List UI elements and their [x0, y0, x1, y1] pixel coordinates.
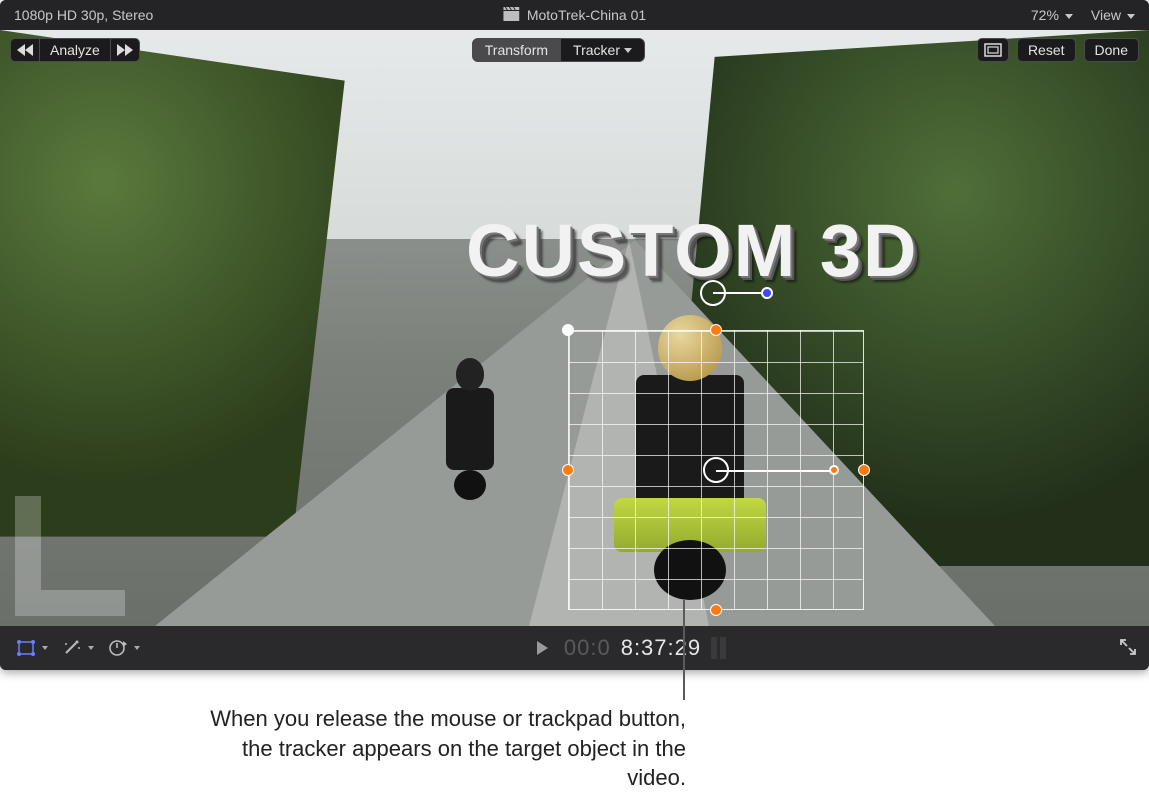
clip-title-group: MotoTrek-China 01 — [503, 7, 646, 24]
transform-tool-menu[interactable] — [12, 635, 52, 661]
fullscreen-button[interactable] — [1119, 638, 1137, 659]
tracker-offset-endpoint[interactable] — [829, 465, 839, 475]
mode-transform[interactable]: Transform — [473, 39, 560, 61]
viewer-bottom-toolbar: 00:0 8:37:29 — [0, 626, 1149, 670]
analyze-forward-button[interactable] — [110, 38, 140, 62]
analyze-back-button[interactable] — [10, 38, 39, 62]
title-text-overlay[interactable]: CUSTOM 3D — [466, 208, 918, 293]
zoom-dropdown[interactable]: 72% — [1031, 7, 1073, 23]
clapperboard-icon — [503, 7, 519, 24]
title-anchor-link — [713, 292, 767, 294]
view-dropdown[interactable]: View — [1091, 7, 1135, 23]
tracker-handle-top-center[interactable] — [710, 324, 722, 336]
tracker-handle-bottom-center[interactable] — [710, 604, 722, 616]
transform-icon — [16, 639, 36, 657]
enhance-tool-menu[interactable] — [58, 635, 98, 661]
top-info-bar: 1080p HD 30p, Stereo MotoTrek-China 01 7… — [0, 0, 1149, 30]
magic-wand-icon — [62, 639, 82, 657]
fit-to-frame-button[interactable] — [977, 38, 1009, 62]
safe-zone-l-indicator — [15, 496, 135, 616]
reset-button[interactable]: Reset — [1017, 38, 1076, 62]
expand-icon — [1119, 638, 1137, 656]
analyze-group: Analyze — [10, 38, 140, 62]
rider-far — [430, 350, 510, 500]
tracker-handle-top-left[interactable] — [562, 324, 574, 336]
viewer-window: 1080p HD 30p, Stereo MotoTrek-China 01 7… — [0, 0, 1149, 670]
clip-format-label: 1080p HD 30p, Stereo — [14, 7, 153, 23]
mode-tracker-label: Tracker — [573, 42, 620, 58]
retime-icon — [108, 639, 128, 657]
mode-tracker[interactable]: Tracker — [560, 39, 644, 61]
annotation-leader-line — [683, 600, 685, 700]
title-anchor-endpoint[interactable] — [761, 287, 773, 299]
tracker-region[interactable] — [568, 330, 864, 610]
chevron-down-icon — [624, 46, 632, 54]
done-button[interactable]: Done — [1084, 38, 1139, 62]
retime-tool-menu[interactable] — [104, 635, 144, 661]
viewer-canvas[interactable]: Analyze Transform Tracker Reset Done — [0, 30, 1149, 626]
tracker-handle-right-center[interactable] — [858, 464, 870, 476]
tracker-offset-line — [716, 470, 834, 472]
timecode-dim: 00:0 — [564, 635, 611, 661]
play-button[interactable] — [537, 641, 548, 655]
audio-meters — [711, 637, 726, 659]
annotation-text: When you release the mouse or trackpad b… — [200, 704, 686, 793]
timecode-bright: 8:37:29 — [621, 635, 701, 661]
mode-segmented-control: Transform Tracker — [472, 38, 645, 62]
clip-title: MotoTrek-China 01 — [527, 7, 646, 23]
analyze-button[interactable]: Analyze — [39, 38, 110, 62]
timecode-display: 00:0 8:37:29 — [537, 635, 726, 661]
tracker-handle-left-center[interactable] — [562, 464, 574, 476]
